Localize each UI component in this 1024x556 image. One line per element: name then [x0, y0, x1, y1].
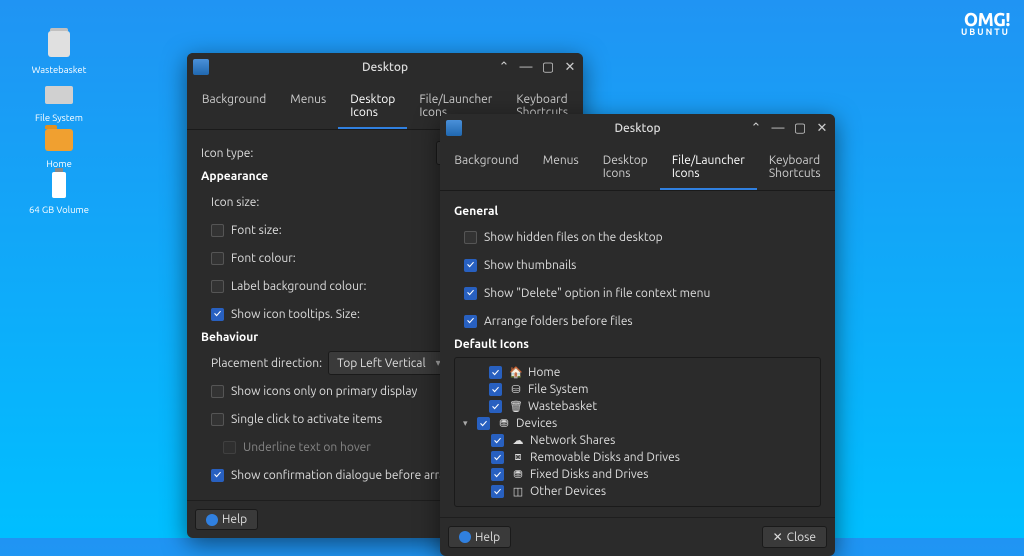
delete-option-label: Show "Delete" option in file context men…	[484, 287, 710, 300]
tab-menus[interactable]: Menus	[531, 146, 591, 190]
tabs: Background Menus Desktop Icons File/Laun…	[440, 142, 835, 191]
app-icon	[446, 120, 462, 136]
desktop-icon-home[interactable]: Home	[24, 122, 94, 169]
desktop-icon-wastebasket[interactable]: Wastebasket	[24, 28, 94, 75]
fixed-checkbox[interactable]	[491, 468, 504, 481]
other-checkbox[interactable]	[491, 485, 504, 498]
shade-button[interactable]: ⌃	[497, 60, 511, 74]
hidden-files-checkbox[interactable]	[464, 231, 477, 244]
single-click-checkbox[interactable]	[211, 413, 224, 426]
tab-menus[interactable]: Menus	[278, 85, 338, 129]
home-checkbox[interactable]	[489, 366, 502, 379]
tree-row-filesystem[interactable]: ⛁ File System	[463, 381, 812, 398]
devices-checkbox[interactable]	[477, 417, 490, 430]
minimize-button[interactable]: —	[519, 60, 533, 74]
help-button[interactable]: Help	[448, 526, 511, 548]
removable-disk-icon: ⧈	[511, 451, 525, 465]
font-colour-label: Font colour:	[231, 252, 296, 265]
desktop-icon-label: 64 GB Volume	[29, 204, 89, 215]
minimize-button[interactable]: —	[771, 121, 785, 135]
tab-background[interactable]: Background	[190, 85, 278, 129]
tree-row-devices[interactable]: ▾ ⛃ Devices	[463, 415, 812, 432]
single-click-label: Single click to activate items	[231, 413, 382, 426]
filesystem-checkbox[interactable]	[489, 383, 502, 396]
underline-label: Underline text on hover	[243, 441, 371, 454]
tab-desktop-icons[interactable]: Desktop Icons	[591, 146, 660, 190]
close-button[interactable]: ✕	[563, 60, 577, 74]
thumbnails-checkbox[interactable]	[464, 259, 477, 272]
desktop-icon-volume[interactable]: 64 GB Volume	[24, 168, 94, 215]
home-icon: 🏠	[509, 366, 523, 380]
network-checkbox[interactable]	[491, 434, 504, 447]
desktop-icon-label: Wastebasket	[32, 64, 87, 75]
close-button[interactable]: ✕	[815, 121, 829, 135]
tab-file-launcher-icons[interactable]: File/Launcher Icons	[660, 146, 757, 190]
shade-button[interactable]: ⌃	[749, 121, 763, 135]
device-icon: ◫	[511, 485, 525, 499]
font-size-label: Font size:	[231, 224, 282, 237]
tree-row-fixed[interactable]: ⛃ Fixed Disks and Drives	[463, 466, 812, 483]
hidden-files-label: Show hidden files on the desktop	[484, 231, 663, 244]
placement-label: Placement direction:	[211, 357, 322, 370]
tree-row-other[interactable]: ◫ Other Devices	[463, 483, 812, 500]
maximize-button[interactable]: ▢	[793, 121, 807, 135]
placement-select[interactable]: Top Left Vertical	[328, 351, 450, 375]
default-icons-tree: 🏠 Home ⛁ File System 🗑 Wastebasket ▾ ⛃ D…	[454, 357, 821, 507]
label-bg-checkbox[interactable]	[211, 280, 224, 293]
primary-only-label: Show icons only on primary display	[231, 385, 417, 398]
tooltips-label: Show icon tooltips. Size:	[231, 308, 360, 321]
folder-icon	[43, 122, 75, 154]
tooltips-checkbox[interactable]	[211, 308, 224, 321]
confirm-checkbox[interactable]	[211, 469, 224, 482]
app-icon	[193, 59, 209, 75]
removable-checkbox[interactable]	[491, 451, 504, 464]
close-icon: ✕	[773, 530, 783, 544]
desktop-settings-window-2: Desktop ⌃ — ▢ ✕ Background Menus Desktop…	[440, 114, 835, 556]
tree-row-network[interactable]: ☁ Network Shares	[463, 432, 812, 449]
tree-row-wastebasket[interactable]: 🗑 Wastebasket	[463, 398, 812, 415]
default-icons-heading: Default Icons	[454, 338, 821, 351]
maximize-button[interactable]: ▢	[541, 60, 555, 74]
devices-icon: ⛃	[497, 417, 511, 431]
general-heading: General	[454, 205, 821, 218]
folders-first-label: Arrange folders before files	[484, 315, 633, 328]
help-button[interactable]: Help	[195, 509, 258, 530]
cloud-icon: ☁	[511, 434, 525, 448]
tree-row-removable[interactable]: ⧈ Removable Disks and Drives	[463, 449, 812, 466]
usb-icon	[43, 168, 75, 200]
fixed-disk-icon: ⛃	[511, 468, 525, 482]
help-icon	[206, 514, 218, 526]
trash-icon	[43, 28, 75, 60]
tab-background[interactable]: Background	[442, 146, 530, 190]
titlebar[interactable]: Desktop ⌃ — ▢ ✕	[187, 53, 583, 81]
primary-only-checkbox[interactable]	[211, 385, 224, 398]
chevron-down-icon[interactable]: ▾	[463, 418, 475, 429]
drive-icon	[43, 76, 75, 108]
titlebar[interactable]: Desktop ⌃ — ▢ ✕	[440, 114, 835, 142]
underline-checkbox	[223, 441, 236, 454]
font-colour-checkbox[interactable]	[211, 252, 224, 265]
delete-option-checkbox[interactable]	[464, 287, 477, 300]
drive-icon: ⛁	[509, 383, 523, 397]
icon-type-label: Icon type:	[201, 147, 253, 160]
tab-keyboard-shortcuts[interactable]: Keyboard Shortcuts	[757, 146, 833, 190]
help-icon	[459, 531, 471, 543]
close-button[interactable]: ✕ Close	[762, 526, 827, 548]
thumbnails-label: Show thumbnails	[484, 259, 576, 272]
wastebasket-checkbox[interactable]	[489, 400, 502, 413]
label-bg-label: Label background colour:	[231, 280, 366, 293]
desktop-icon-filesystem[interactable]: File System	[24, 76, 94, 123]
folders-first-checkbox[interactable]	[464, 315, 477, 328]
tab-desktop-icons[interactable]: Desktop Icons	[338, 85, 407, 129]
omg-ubuntu-logo: OMG!UBUNTU	[961, 12, 1010, 36]
trash-icon: 🗑	[509, 400, 523, 414]
font-size-checkbox[interactable]	[211, 224, 224, 237]
tree-row-home[interactable]: 🏠 Home	[463, 364, 812, 381]
icon-size-label: Icon size:	[211, 196, 259, 209]
